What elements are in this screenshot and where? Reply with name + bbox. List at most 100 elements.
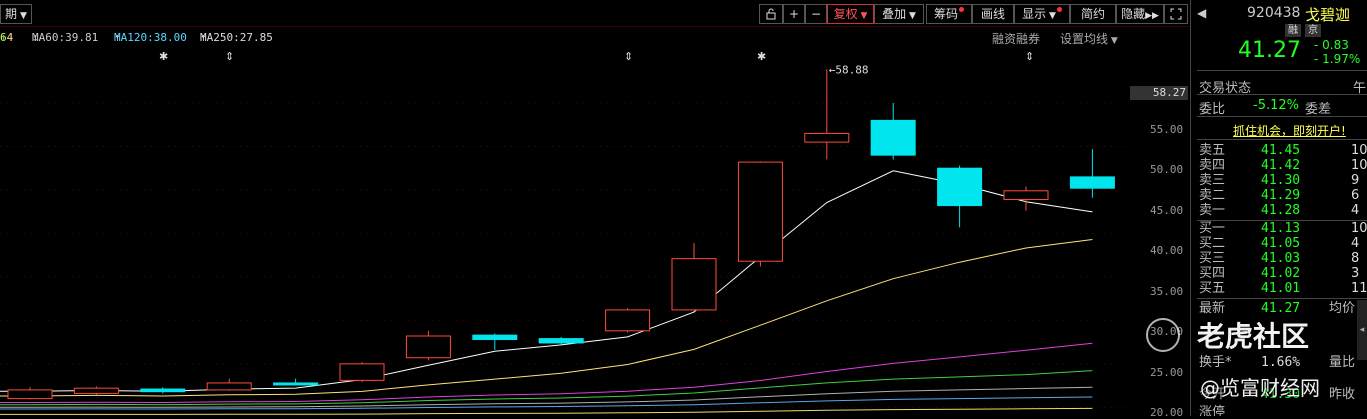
candle-body [804,132,850,143]
ask-row[interactable]: 卖一 41.28 4 [1199,204,1367,218]
ask-row[interactable]: 卖四 41.42 10 [1199,159,1367,173]
hide-button[interactable]: 隐藏▶▶ [1116,4,1164,24]
candle-body [73,387,119,394]
event-marker-icon[interactable]: ⇕ [624,50,633,63]
candle[interactable] [472,333,518,350]
lock-button[interactable] [759,4,783,24]
period-label: 期 [5,7,18,21]
candle-body [671,258,717,311]
price-axis: 58.27 55.00 50.00 45.00 40.00 35.00 30.0… [1128,26,1190,419]
stock-name: 戈碧迦 [1305,6,1351,24]
peak-annotation: ←58.88 [829,63,869,76]
zoom-in-button[interactable]: + [783,4,805,24]
ask-row[interactable]: 卖三 41.30 9 [1199,174,1367,188]
expand-icon [1170,8,1182,20]
price-tick: 35.00 [1150,285,1184,298]
candle-body [605,309,651,332]
turnover-row: 换手* 1.66% 量比 [1199,355,1356,370]
triangle-left-icon[interactable]: ◀ [1197,6,1206,20]
candle[interactable] [1069,149,1115,198]
candle-body [273,382,319,386]
candle[interactable] [206,378,252,391]
bid-row[interactable]: 买二 41.05 4 [1199,237,1367,251]
margin-trading-link[interactable]: 融资融券 [992,30,1040,47]
candle[interactable] [7,387,53,400]
price-tick: 40.00 [1150,244,1184,257]
price-tick: 45.00 [1150,204,1184,217]
candle[interactable] [671,242,717,312]
candle-body [206,382,252,391]
candle[interactable] [605,308,651,333]
event-marker-icon[interactable]: ⇕ [1025,50,1034,63]
candle-body [1003,190,1049,201]
ma-line-1 [0,239,1093,397]
candle-body [140,388,186,393]
price-tick: 50.00 [1150,163,1184,176]
price-tick: 20.00 [1150,406,1184,419]
candle[interactable] [140,387,186,394]
divider [1197,70,1367,71]
ma-line-0 [0,170,1093,392]
candle-body [405,335,451,359]
candle[interactable] [273,378,319,386]
candle[interactable] [339,362,385,383]
bid-row[interactable]: 买三 41.03 8 [1199,252,1367,266]
fuquan-button[interactable]: 复权 ▼ [827,4,874,24]
watermark-source: @览富财经网 [1200,376,1320,400]
last-price: 41.27 [1238,38,1301,63]
stock-code: 920438 [1247,5,1301,21]
open-account-link[interactable]: 抓住机会，即刻开户! [1233,122,1346,139]
ma-settings-link[interactable]: 设置均线 ▼ [1060,30,1118,47]
zoom-out-button[interactable]: − [805,4,827,24]
candle-body [472,334,518,340]
candle-body [870,119,916,156]
ask-row[interactable]: 卖五 41.45 10 [1199,144,1367,158]
chip-button[interactable]: 筹码 [926,4,972,24]
period-selector[interactable]: 期 ▼ [0,4,32,24]
candle[interactable] [1003,186,1049,211]
notification-dot-icon [959,7,964,12]
bid-row[interactable]: 买四 41.02 3 [1199,267,1367,281]
candle[interactable] [73,386,119,396]
draw-line-button[interactable]: 画线 [972,4,1014,24]
chevron-down-icon: ▼ [1108,36,1118,46]
overlay-button[interactable]: 叠加 ▼ [874,4,924,24]
price-tick: 55.00 [1150,123,1184,136]
bid-row[interactable]: 买五 41.01 11 [1199,282,1367,296]
candle-body [1069,176,1115,189]
double-chevron-right-icon: ▶▶ [1145,11,1159,21]
ask-row[interactable]: 卖二 41.29 6 [1199,189,1367,203]
candlestick-chart[interactable]: ←58.88 [0,0,1128,416]
ma-line-2 [0,342,1093,404]
candle[interactable] [870,102,916,160]
event-marker-icon[interactable]: ✱ [757,50,766,63]
candle-body [937,167,983,207]
candle[interactable] [937,165,983,228]
chevron-down-icon: ▼ [20,11,27,21]
candle-body [737,161,783,262]
current-price-tag: 58.27 [1130,86,1188,100]
divider [1197,94,1367,95]
candle[interactable] [405,330,451,361]
divider [1197,139,1367,140]
candle[interactable] [737,161,783,267]
latest-row: 最新 41.27 均价 [1199,301,1356,316]
display-button[interactable]: 显示 ▼ [1014,4,1070,24]
chevron-down-icon: ▼ [1046,11,1056,21]
fullscreen-button[interactable] [1164,4,1188,24]
chevron-down-icon: ▼ [906,11,916,21]
exchange-badge: 京 [1305,24,1321,37]
watermark-title: 老虎社区 [1197,320,1310,353]
event-marker-icon[interactable]: ✱ [159,50,168,63]
candle-body [7,389,53,400]
side-tab[interactable]: ◂ [1357,300,1367,360]
simple-mode-button[interactable]: 简约 [1070,4,1116,24]
event-marker-icon[interactable]: ⇕ [225,50,234,63]
minus-icon: − [810,7,822,21]
bid-row[interactable]: 买一 41.13 10 [1199,222,1367,236]
plus-icon: + [788,7,800,21]
chevron-down-icon: ▼ [857,11,868,21]
notification-dot-icon [1056,7,1062,12]
weibi-row: 委比 -5.12% 委差 [1199,98,1332,117]
kline-chart-area[interactable]: ←58.88 期 ▼ + − 复权 ▼ 叠加 ▼ 筹码 画线 显示 ▼ 简约 隐藏… [0,0,1190,419]
